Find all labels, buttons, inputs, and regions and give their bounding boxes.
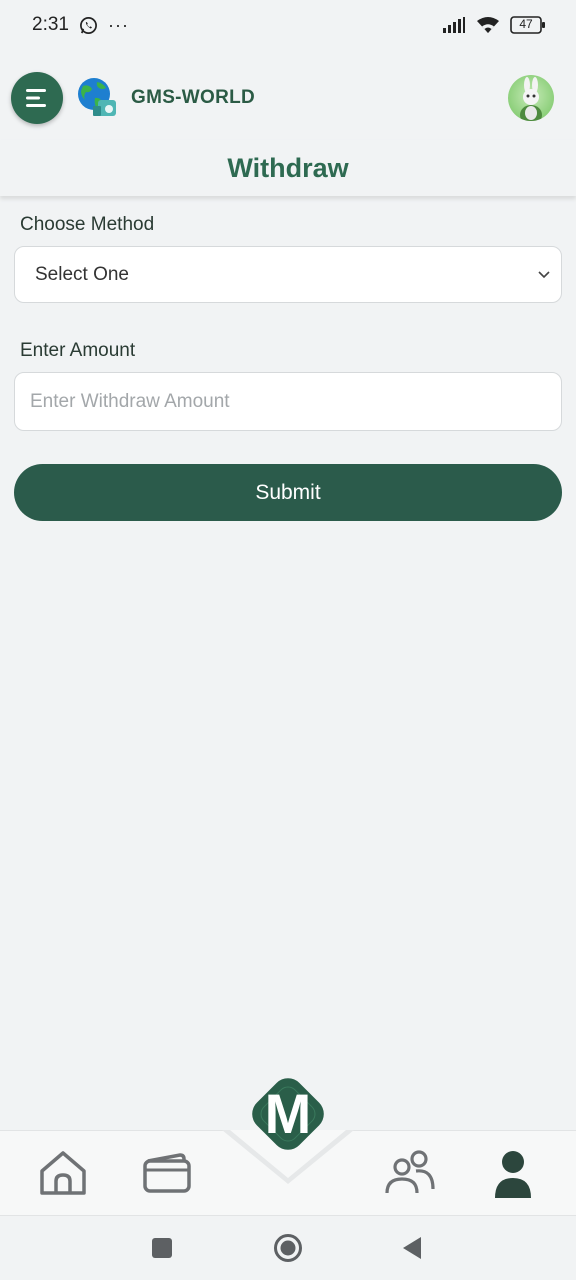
home-system-button[interactable] (272, 1232, 304, 1264)
system-nav-bar (0, 1215, 576, 1280)
status-bar: 2:31 ··· 47 (0, 0, 576, 50)
submit-button[interactable]: Submit (14, 464, 562, 521)
nav-team[interactable] (380, 1143, 440, 1203)
menu-icon (26, 89, 46, 107)
team-icon (385, 1150, 435, 1194)
profile-icon (495, 1151, 531, 1198)
page-title-bar: Withdraw (0, 140, 576, 196)
user-avatar[interactable] (508, 75, 554, 121)
whatsapp-icon (79, 16, 98, 35)
center-m-button[interactable]: M (240, 1066, 336, 1162)
menu-button[interactable] (11, 72, 63, 124)
wifi-icon (476, 16, 500, 34)
wallet-icon (143, 1153, 191, 1193)
nav-wallet[interactable] (137, 1143, 197, 1203)
circle-icon (274, 1234, 302, 1262)
recents-button[interactable] (146, 1232, 178, 1264)
nav-profile[interactable] (483, 1143, 543, 1203)
brand-logo (75, 76, 119, 120)
back-triangle-icon (403, 1237, 421, 1259)
status-more-icon: ··· (107, 14, 129, 35)
brand-name: GMS-WORLD (131, 87, 256, 108)
method-label: Choose Method (20, 214, 155, 235)
battery-icon: 47 (510, 16, 546, 34)
app-header: GMS-WORLD (0, 50, 576, 146)
status-left: 2:31 ··· (32, 14, 129, 36)
status-time: 2:31 (32, 14, 69, 35)
amount-input[interactable] (14, 372, 562, 431)
status-right: 47 (442, 16, 546, 34)
withdraw-screen: 2:31 ··· 47 GMS-WORLD Withdraw Choose Me… (0, 0, 576, 1280)
method-select[interactable]: Select One (14, 246, 562, 303)
battery-level: 47 (519, 17, 533, 31)
signal-icon (442, 17, 466, 33)
page-title: Withdraw (227, 152, 349, 183)
chevron-down-icon (538, 270, 550, 278)
amount-label: Enter Amount (20, 340, 136, 361)
back-button[interactable] (396, 1232, 428, 1264)
nav-home[interactable] (33, 1143, 93, 1203)
home-icon (40, 1151, 86, 1195)
square-icon (152, 1238, 172, 1258)
method-select-value: Select One (35, 263, 129, 285)
avatar-image (520, 77, 542, 121)
center-m-letter: M (265, 1082, 312, 1145)
